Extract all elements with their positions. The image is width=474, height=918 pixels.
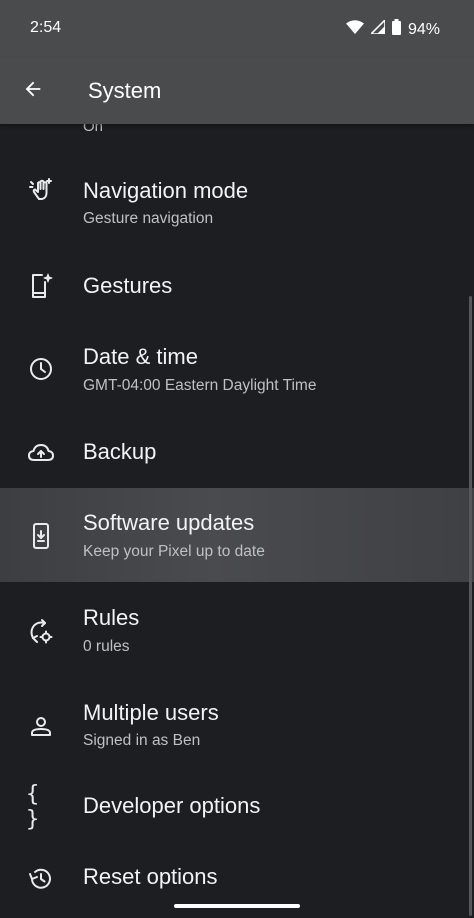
back-button[interactable] xyxy=(14,72,52,110)
setting-title: Multiple users xyxy=(83,700,219,725)
setting-navigation-mode[interactable]: Navigation mode Gesture navigation xyxy=(0,144,474,238)
rules-icon xyxy=(26,617,56,647)
setting-subtitle: Signed in as Ben xyxy=(83,732,201,749)
partial-item-subtitle: On xyxy=(83,124,104,135)
battery-percent: 94% xyxy=(407,20,440,38)
setting-title: Date & time xyxy=(83,344,198,369)
setting-subtitle: GMT-04:00 Eastern Daylight Time xyxy=(83,377,317,394)
wifi-icon xyxy=(345,20,364,39)
setting-gestures[interactable]: Gestures xyxy=(0,239,474,333)
setting-rules[interactable]: Rules 0 rules xyxy=(0,588,474,682)
setting-software-updates[interactable]: Software updates Keep your Pixel up to d… xyxy=(0,488,474,582)
history-icon xyxy=(26,864,56,894)
braces-icon: { } xyxy=(26,782,40,832)
setting-title: Gestures xyxy=(83,273,173,298)
settings-list[interactable]: On Navigation mode Gesture navigation Ge… xyxy=(0,124,474,918)
setting-title: Backup xyxy=(83,439,157,464)
setting-title: Navigation mode xyxy=(83,178,249,203)
status-time: 2:54 xyxy=(30,19,62,36)
gesture-hand-icon xyxy=(26,176,56,206)
setting-backup[interactable]: Backup xyxy=(0,404,474,498)
setting-subtitle: Keep your Pixel up to date xyxy=(83,543,265,560)
home-indicator[interactable] xyxy=(174,904,300,908)
phone-sparkle-icon xyxy=(26,271,56,301)
setting-subtitle: 0 rules xyxy=(83,638,130,655)
cell-signal-icon xyxy=(369,18,386,39)
setting-title: Reset options xyxy=(83,864,218,889)
status-bar: 2:54 94% xyxy=(0,0,474,58)
setting-title: Software updates xyxy=(83,510,255,535)
status-icons: 94% xyxy=(345,18,440,40)
setting-title: Developer options xyxy=(83,793,261,818)
setting-title: Rules xyxy=(83,605,140,630)
page-title: System xyxy=(88,78,162,103)
scrollbar[interactable] xyxy=(469,296,472,916)
app-bar: System xyxy=(0,58,474,124)
system-update-icon xyxy=(26,521,56,551)
battery-icon xyxy=(391,19,401,40)
setting-subtitle: Gesture navigation xyxy=(83,210,214,227)
arrow-back-icon xyxy=(22,78,44,105)
person-icon xyxy=(26,711,56,741)
clock-icon xyxy=(26,354,56,384)
cloud-upload-icon xyxy=(26,438,56,468)
